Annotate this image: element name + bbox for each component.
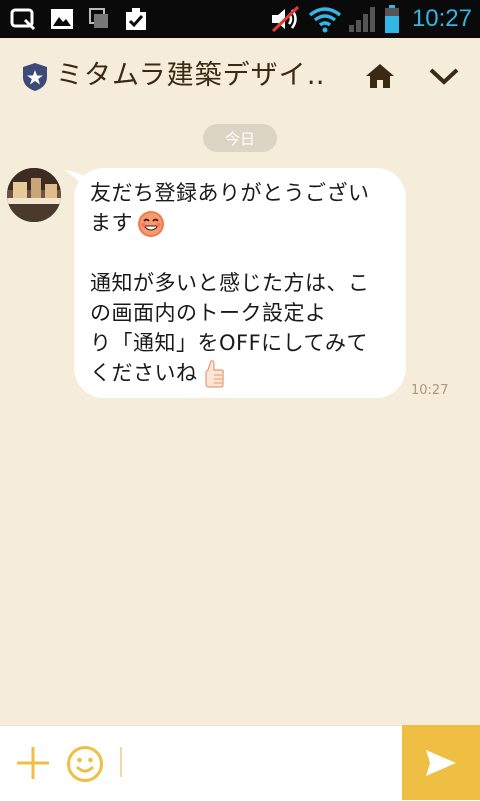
status-bar: 10:27	[0, 0, 480, 38]
shield-star-icon	[23, 63, 47, 91]
plus-icon[interactable]	[15, 745, 51, 781]
wifi-icon	[308, 7, 342, 33]
chat-title[interactable]: ミタムラ建築デザイ…	[56, 56, 326, 96]
date-separator: 今日	[203, 124, 277, 152]
message-line: の画面内のトーク設定よ	[90, 301, 327, 325]
menu-toggle-button[interactable]	[424, 56, 464, 96]
clipboard-check-icon	[126, 8, 146, 30]
message-time: 10:27	[411, 383, 449, 398]
text-cursor	[120, 747, 122, 777]
send-button[interactable]	[402, 725, 480, 800]
message-line: ます	[90, 211, 133, 235]
home-button[interactable]	[360, 56, 400, 96]
home-icon	[366, 64, 394, 88]
message-line: 友だち登録ありがとうござい	[90, 181, 370, 205]
message-line: り「通知」をOFFにしてみて	[90, 331, 369, 355]
message-text: 友だち登録ありがとうござい ます 通知が多いと感じた方は、こ の画面内のトーク設…	[90, 178, 395, 389]
thumbs-up-icon	[204, 360, 224, 388]
smiley-icon[interactable]	[66, 745, 104, 783]
signal-icon	[348, 7, 375, 32]
chat-header: ミタムラ建築デザイ…	[0, 38, 480, 114]
sd-card-icon	[89, 8, 108, 28]
send-icon	[426, 749, 456, 776]
avatar-image	[7, 168, 61, 222]
message-line: くださいね	[90, 361, 198, 385]
message-input[interactable]	[126, 737, 400, 789]
q-app-icon	[10, 8, 36, 31]
chevron-down-icon	[429, 68, 459, 85]
message-line: 通知が多いと感じた方は、こ	[90, 271, 370, 295]
volume-muted-icon	[271, 5, 299, 33]
battery-icon	[384, 5, 399, 33]
smiling-face-emoji-icon	[138, 211, 164, 237]
status-time: 10:27	[411, 5, 472, 32]
avatar[interactable]	[7, 168, 61, 222]
gallery-icon	[51, 9, 73, 29]
